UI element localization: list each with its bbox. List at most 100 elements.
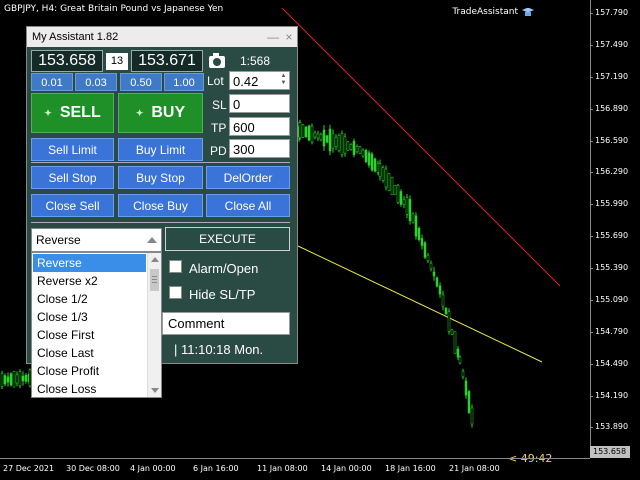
- lot-stepper-icon[interactable]: ▲ ▼: [279, 73, 288, 88]
- dropdown-option[interactable]: Close Profit: [33, 362, 146, 380]
- x-tick: 6 Jan 16:00: [193, 464, 239, 473]
- dropdown-scrollbar[interactable]: [147, 253, 161, 397]
- graduation-cap-icon: [522, 8, 534, 17]
- sl-input[interactable]: 0: [229, 94, 290, 113]
- close-button[interactable]: ×: [281, 30, 297, 44]
- candle-body: [435, 277, 439, 287]
- dropdown-option[interactable]: Close First: [33, 326, 146, 344]
- candle-body: [355, 145, 359, 153]
- camera-icon[interactable]: [209, 53, 225, 68]
- minimize-button[interactable]: —: [265, 30, 281, 44]
- tp-input[interactable]: 600: [229, 117, 290, 136]
- x-tick: 27 Dec 2021: [3, 464, 55, 473]
- close-all-button[interactable]: Close All: [206, 194, 290, 217]
- lot-preset-button[interactable]: 0.01: [31, 73, 73, 91]
- candle-body: [470, 407, 474, 425]
- candle-body: [438, 285, 442, 295]
- lot-input[interactable]: 0.42 ▲ ▼: [229, 71, 290, 90]
- candle-body: [316, 133, 320, 139]
- lot-label: Lot: [207, 74, 224, 88]
- divider: [31, 162, 290, 163]
- candle-body: [370, 153, 374, 171]
- spread-value: 13: [106, 53, 128, 70]
- scroll-up-icon[interactable]: [151, 257, 159, 262]
- delete-order-button[interactable]: DelOrder: [206, 166, 290, 189]
- dropdown-option[interactable]: Reverse x2: [33, 272, 146, 290]
- y-tick: 154.790: [589, 327, 629, 336]
- leverage-ratio: 1:568: [240, 54, 271, 68]
- buy-limit-button[interactable]: Buy Limit: [118, 138, 203, 161]
- lot-preset-button[interactable]: 0.50: [120, 73, 162, 91]
- sparkle-icon: ✦: [135, 107, 144, 118]
- candle-body: [390, 176, 394, 196]
- buy-button[interactable]: ✦ BUY: [118, 93, 203, 133]
- dropdown-option[interactable]: Close 1/2: [33, 290, 146, 308]
- bid-price: 153.658: [31, 50, 103, 72]
- dropdown-option[interactable]: Close Last: [33, 344, 146, 362]
- pd-label: PD: [210, 144, 227, 158]
- sparkle-icon: ✦: [44, 107, 52, 118]
- alarm-checkbox[interactable]: [169, 260, 182, 273]
- sell-limit-button[interactable]: Sell Limit: [31, 138, 114, 161]
- y-tick: 156.890: [589, 104, 629, 113]
- candle-body: [405, 197, 409, 215]
- trade-assistant-label[interactable]: TradeAssistant: [452, 7, 534, 17]
- candle-body: [402, 199, 406, 205]
- candle-body: [0, 373, 4, 387]
- dropdown-option[interactable]: Reverse: [33, 254, 146, 272]
- candle-body: [373, 158, 377, 172]
- candle-body: [426, 254, 430, 262]
- close-buy-button[interactable]: Close Buy: [118, 194, 203, 217]
- y-tick: 157.490: [589, 40, 629, 49]
- candle-body: [417, 228, 421, 240]
- candle-body: [313, 132, 317, 138]
- action-select[interactable]: Reverse: [31, 228, 162, 252]
- candle-body: [322, 129, 326, 147]
- candle-body: [3, 375, 7, 385]
- candle-body: [396, 185, 400, 203]
- candle-body: [337, 135, 341, 151]
- panel-titlebar[interactable]: My Assistant 1.82 — ×: [27, 27, 297, 47]
- scroll-down-icon[interactable]: [151, 388, 159, 393]
- sell-stop-button[interactable]: Sell Stop: [31, 166, 114, 189]
- divider: [31, 222, 290, 223]
- execute-button[interactable]: EXECUTE: [165, 227, 290, 251]
- dropdown-option[interactable]: Close Loss: [33, 380, 146, 398]
- candle-body: [301, 124, 305, 138]
- hide-sltp-checkbox[interactable]: [169, 286, 182, 299]
- server-clock: | 11:10:18 Mon.: [174, 342, 264, 357]
- lot-preset-button[interactable]: 1.00: [164, 73, 204, 91]
- candle-body: [21, 375, 25, 382]
- comment-input[interactable]: Comment: [162, 312, 290, 335]
- dropdown-option[interactable]: Close 1/3: [33, 308, 146, 326]
- candle-body: [307, 125, 311, 141]
- x-tick: 14 Jan 00:00: [321, 464, 372, 473]
- lot-preset-button[interactable]: 0.03: [75, 73, 117, 91]
- candle-body: [364, 150, 368, 162]
- candle-body: [393, 185, 397, 195]
- lot-value: 0.42: [233, 74, 259, 89]
- y-tick: 156.590: [589, 136, 629, 145]
- candle-body: [447, 311, 451, 332]
- candle-body: [429, 262, 433, 270]
- candle-body: [381, 167, 385, 181]
- close-sell-button[interactable]: Close Sell: [31, 194, 114, 217]
- sell-button[interactable]: ✦ SELL: [31, 93, 114, 133]
- y-tick: 157.790: [589, 8, 629, 17]
- candle-body: [367, 152, 371, 166]
- y-tick: 153.890: [589, 422, 629, 431]
- candle-body: [9, 373, 13, 386]
- candle-body: [376, 163, 380, 173]
- scroll-thumb[interactable]: [150, 269, 159, 291]
- candle-body: [423, 242, 427, 258]
- action-select-value: Reverse: [36, 233, 81, 247]
- chart-symbol-title: GBPJPY, H4: Great Britain Pound vs Japan…: [4, 4, 224, 14]
- candle-body: [411, 213, 415, 223]
- pd-input[interactable]: 300: [229, 139, 290, 158]
- candle-body: [458, 356, 462, 364]
- candle-body: [432, 271, 436, 277]
- price-axis: 157.790 157.490 157.190 156.890 156.590 …: [589, 0, 640, 458]
- buy-stop-button[interactable]: Buy Stop: [118, 166, 203, 189]
- candle-body: [378, 163, 382, 177]
- y-tick: 155.090: [589, 295, 629, 304]
